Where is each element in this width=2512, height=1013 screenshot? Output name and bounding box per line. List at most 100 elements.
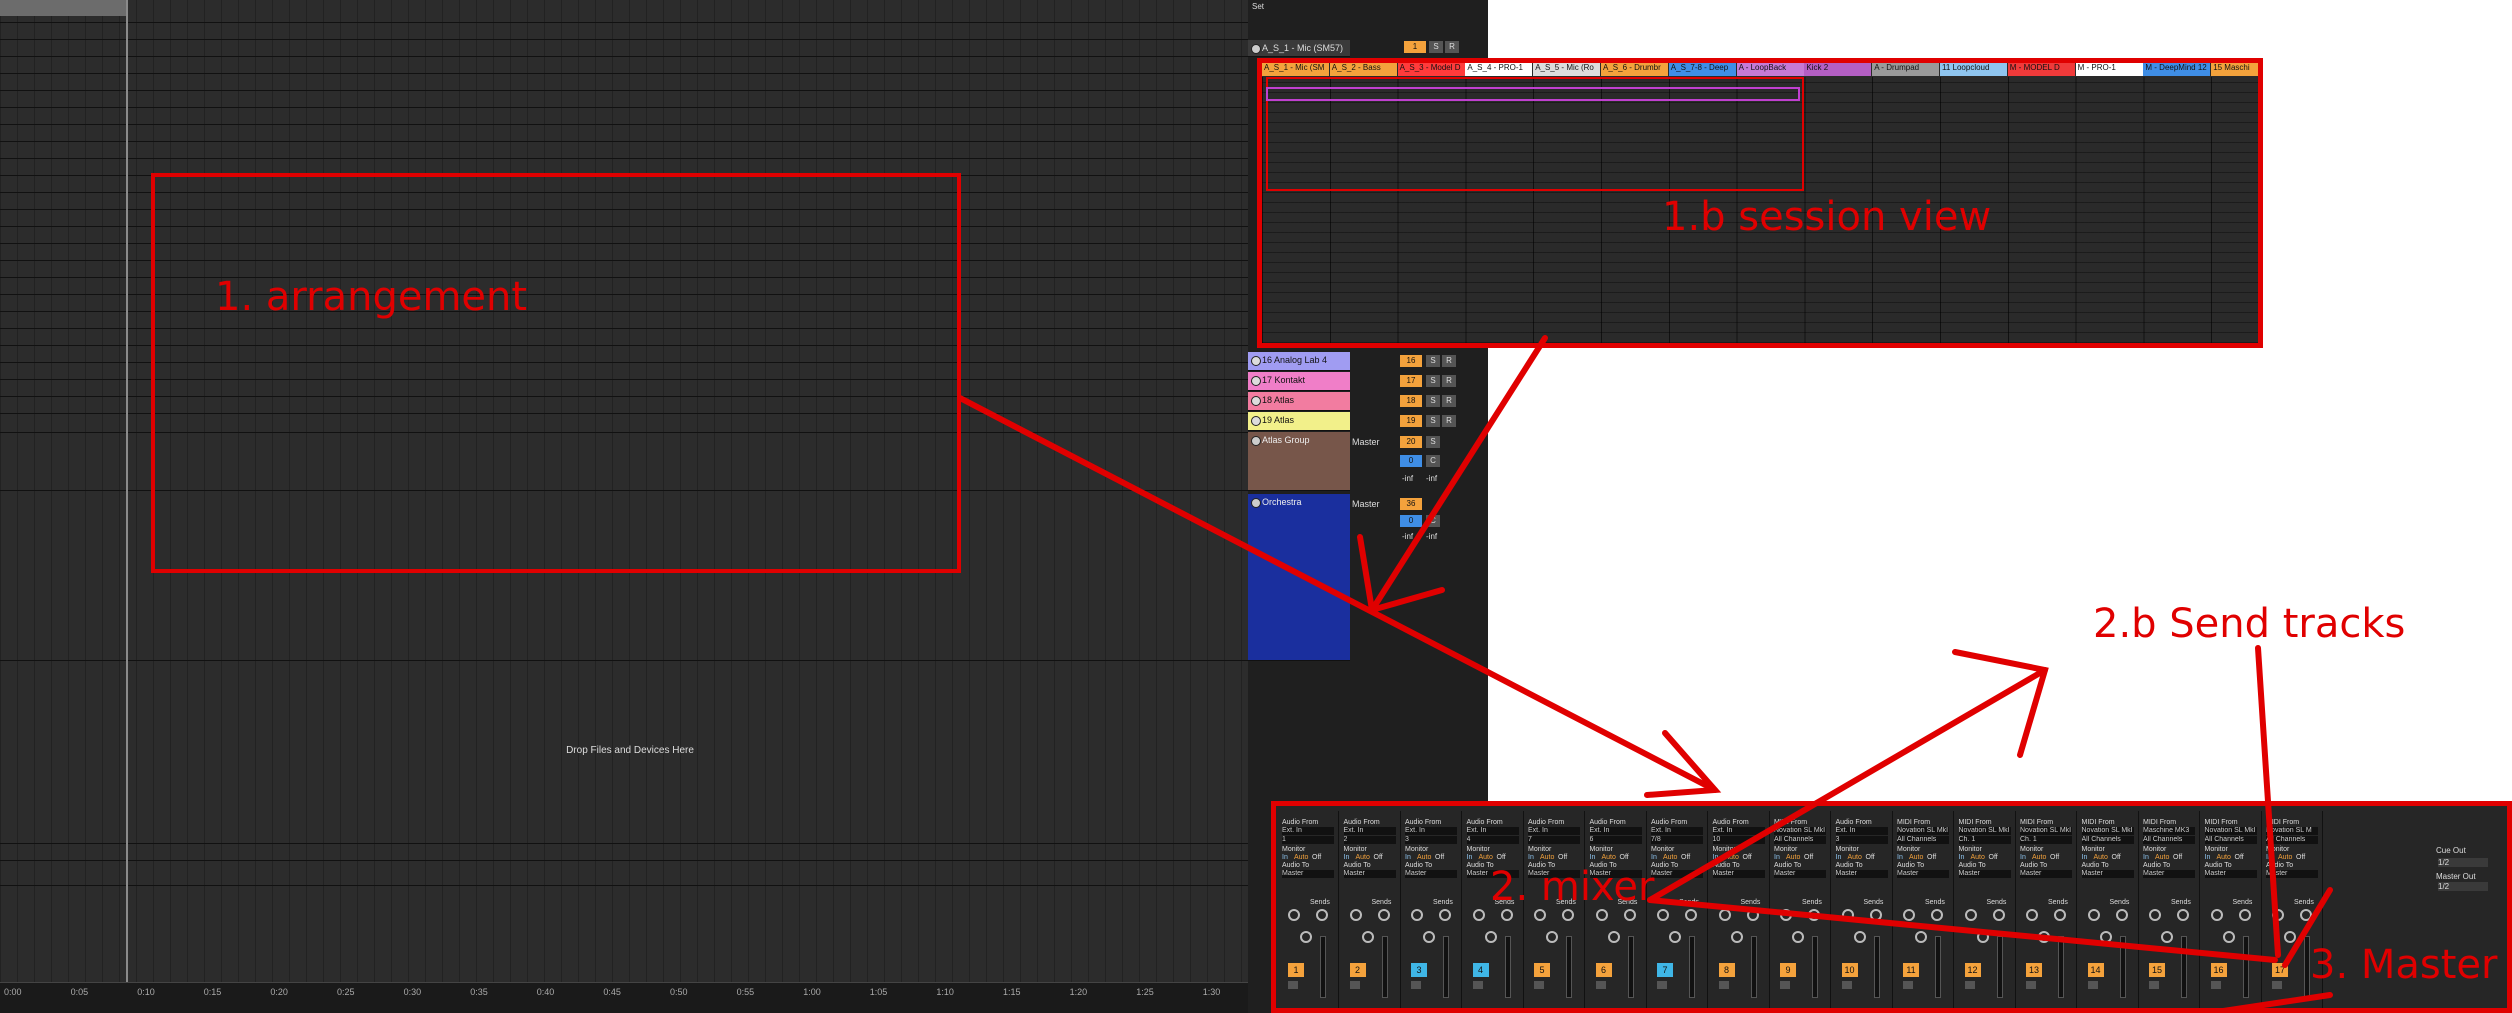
track-activator[interactable]: 12 bbox=[1964, 963, 1981, 977]
arm-button[interactable]: R bbox=[1445, 41, 1459, 53]
pan-knob[interactable] bbox=[2038, 931, 2050, 943]
track-number[interactable]: 17 bbox=[1400, 375, 1422, 387]
track-activator[interactable]: 3 bbox=[1411, 963, 1427, 977]
input-type-select[interactable]: Ext. In bbox=[1343, 827, 1396, 835]
arrangement-lane[interactable] bbox=[0, 860, 1248, 861]
volume-fader[interactable] bbox=[1689, 936, 1695, 998]
send-knob[interactable] bbox=[2238, 909, 2251, 921]
monitor-in-button[interactable]: In bbox=[2266, 854, 2272, 861]
track-activator[interactable]: 4 bbox=[1472, 963, 1489, 977]
input-type-select[interactable]: Novation SL M bbox=[2266, 827, 2318, 835]
output-select[interactable]: Master bbox=[1528, 870, 1580, 878]
monitor-auto-button[interactable]: Auto bbox=[1417, 854, 1431, 861]
output-select[interactable]: Master bbox=[1651, 870, 1703, 878]
arrangement-lane[interactable] bbox=[0, 432, 1248, 433]
arm-button[interactable]: R bbox=[1442, 395, 1456, 407]
send-knob[interactable] bbox=[2026, 909, 2038, 921]
track-activator[interactable]: 6 bbox=[1595, 963, 1612, 977]
pan-knob[interactable] bbox=[1853, 931, 1866, 943]
solo-button[interactable] bbox=[1841, 981, 1852, 989]
track-activator[interactable]: 16 bbox=[2210, 963, 2227, 977]
input-type-select[interactable]: Novation SL MkI bbox=[2081, 827, 2134, 835]
pan-knob[interactable] bbox=[1730, 931, 1743, 943]
arrangement-lane[interactable] bbox=[0, 39, 1248, 40]
send-knob[interactable] bbox=[1562, 909, 1574, 921]
group-fold-icon[interactable] bbox=[1251, 498, 1261, 508]
send-knob[interactable] bbox=[1377, 909, 1390, 921]
output-select[interactable]: Master bbox=[2081, 870, 2134, 878]
group-track-atlas[interactable]: Atlas Group bbox=[1248, 432, 1350, 491]
monitor-off-button[interactable]: Off bbox=[1374, 854, 1383, 861]
monitor-off-button[interactable]: Off bbox=[2235, 854, 2244, 861]
group-fold-icon[interactable] bbox=[1251, 436, 1261, 446]
arm-button[interactable]: R bbox=[1442, 375, 1456, 387]
arrangement-lane[interactable] bbox=[0, 56, 1248, 57]
monitor-auto-button[interactable]: Auto bbox=[2155, 854, 2169, 861]
solo-button[interactable]: S bbox=[1429, 41, 1443, 53]
input-type-select[interactable]: Ext. In bbox=[1835, 827, 1888, 835]
input-type-select[interactable]: Ext. In bbox=[1282, 827, 1334, 835]
input-type-select[interactable]: Novation SL MkI bbox=[1897, 827, 1949, 835]
arrangement-lane[interactable] bbox=[0, 107, 1248, 108]
mixer-strip[interactable]: MIDI From Novation SL MkI All Channels Moni… bbox=[1895, 811, 1954, 1008]
loop-brace[interactable] bbox=[0, 0, 126, 16]
mixer-strip[interactable]: MIDI From Novation SL MkI All Channels Moni… bbox=[1772, 811, 1831, 1008]
volume-fader[interactable] bbox=[1996, 936, 2003, 998]
session-track-header[interactable]: A_S_4 - PRO-1 bbox=[1465, 63, 1533, 76]
playhead[interactable] bbox=[126, 0, 128, 985]
volume-fader[interactable] bbox=[1873, 936, 1880, 998]
send-knob[interactable] bbox=[1808, 909, 1820, 921]
monitor-off-button[interactable]: Off bbox=[1927, 854, 1936, 861]
monitor-auto-button[interactable]: Auto bbox=[2217, 854, 2231, 861]
output-select[interactable]: Master bbox=[1589, 870, 1642, 878]
monitor-auto-button[interactable]: Auto bbox=[1294, 854, 1308, 861]
send-knob[interactable] bbox=[2054, 909, 2066, 921]
mixer-strip[interactable]: Audio From Ext. In 3 Monitor In Auto Off Audio … bbox=[1403, 811, 1462, 1008]
output-select[interactable]: Master bbox=[1343, 870, 1396, 878]
mixer-strip[interactable]: MIDI From Novation SL MkI All Channels Moni… bbox=[2080, 811, 2139, 1008]
solo-button[interactable] bbox=[1411, 981, 1421, 989]
input-channel-select[interactable]: All Channels bbox=[2204, 836, 2257, 844]
output-select[interactable]: Master bbox=[1774, 870, 1826, 878]
pan-knob[interactable] bbox=[2161, 931, 2173, 943]
monitor-in-button[interactable]: In bbox=[1651, 854, 1657, 861]
track-activator[interactable]: 15 bbox=[2149, 963, 2165, 977]
send-knob[interactable] bbox=[1718, 909, 1731, 921]
output-select[interactable]: Master bbox=[1897, 870, 1949, 878]
pan-knob[interactable] bbox=[1669, 931, 1681, 943]
input-type-select[interactable]: Maschine MK3 bbox=[2143, 827, 2195, 835]
send-knob[interactable] bbox=[2272, 909, 2284, 921]
volume-fader[interactable] bbox=[1935, 936, 1941, 998]
track-activator[interactable]: 1 bbox=[1288, 963, 1304, 977]
send-knob[interactable] bbox=[1288, 909, 1300, 921]
input-channel-select[interactable]: 3 bbox=[1405, 836, 1457, 844]
solo-button[interactable] bbox=[2087, 981, 2098, 989]
arrangement-lane[interactable] bbox=[0, 413, 1248, 414]
output-select[interactable]: Master bbox=[2204, 870, 2257, 878]
solo-button[interactable] bbox=[1534, 981, 1544, 989]
input-channel-select[interactable]: 3 bbox=[1835, 836, 1888, 844]
input-type-select[interactable]: Novation SL MkI bbox=[2020, 827, 2072, 835]
pan-knob[interactable] bbox=[1423, 931, 1435, 943]
mixer-strip[interactable]: Audio From Ext. In 10 Monitor In Auto Off Audio… bbox=[1711, 811, 1770, 1008]
solo-button[interactable] bbox=[2210, 981, 2221, 989]
monitor-off-button[interactable]: Off bbox=[1743, 854, 1752, 861]
input-channel-select[interactable]: 7 bbox=[1528, 836, 1580, 844]
send-knob[interactable] bbox=[1595, 909, 1608, 921]
solo-button[interactable] bbox=[1718, 981, 1729, 989]
session-track-header[interactable]: A - Drumpad bbox=[1872, 63, 1940, 76]
pan-knob[interactable] bbox=[1607, 931, 1620, 943]
arm-button[interactable]: R bbox=[1442, 415, 1456, 427]
send-knob[interactable] bbox=[1623, 909, 1636, 921]
pan-knob[interactable] bbox=[1300, 931, 1312, 943]
send-knob[interactable] bbox=[1411, 909, 1423, 921]
arrangement-lane[interactable] bbox=[0, 843, 1248, 844]
send-knob[interactable] bbox=[1439, 909, 1451, 921]
track-activator[interactable]: 9 bbox=[1780, 963, 1796, 977]
monitor-in-button[interactable]: In bbox=[1897, 854, 1903, 861]
arrangement-lane[interactable] bbox=[0, 345, 1248, 346]
session-track-header[interactable]: 15 Maschi bbox=[2211, 63, 2258, 76]
send-knob[interactable] bbox=[2177, 909, 2189, 921]
volume-fader[interactable] bbox=[1627, 936, 1634, 998]
input-type-select[interactable]: Ext. In bbox=[1528, 827, 1580, 835]
